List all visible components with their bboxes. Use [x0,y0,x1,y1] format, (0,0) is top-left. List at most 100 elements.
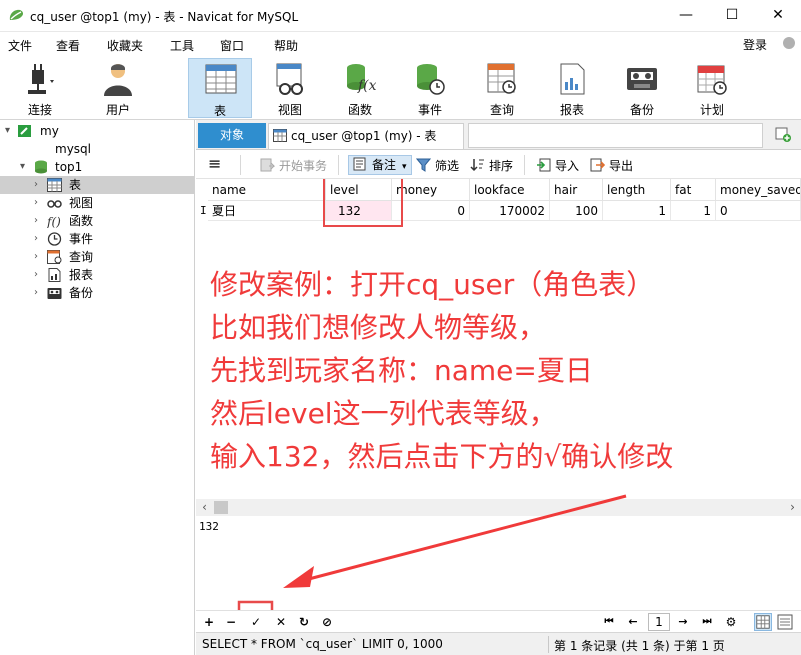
toolbar-label: 表 [213,104,226,118]
toolbar-report-button[interactable]: 报表 [540,58,604,118]
menu-file[interactable]: 文件 [8,37,32,54]
tree-item-top1[interactable]: ▾ top1 [0,158,194,176]
hamburger-menu-icon[interactable]: ≡ [208,155,221,173]
view-icon [276,63,303,95]
column-header-money[interactable]: money [392,179,470,201]
tree-item-views[interactable]: › 视图 [0,194,194,212]
tree-item-my[interactable]: ▾ my [0,122,194,140]
annotation-line: 输入132，然后点击下方的√确认修改 [210,440,674,473]
expand-chevron-icon[interactable]: › [34,284,38,302]
toolbar-backup-button[interactable]: 备份 [610,58,674,118]
first-page-icon[interactable]: ⏮ [600,613,618,631]
toolbar-event-button[interactable]: 事件 [398,58,462,118]
tree-item-mysql[interactable]: mysql [0,140,194,158]
column-header-fat[interactable]: fat [671,179,716,201]
menu-help[interactable]: 帮助 [274,37,298,54]
tree-item-label: 查询 [69,250,94,264]
grid-view-icon[interactable] [754,613,772,631]
add-tab-icon[interactable] [775,126,791,142]
scroll-right-icon[interactable]: › [784,499,801,516]
tree-item-label: 事件 [69,232,94,246]
export-button[interactable]: 导出 [590,157,633,175]
minimize-button[interactable]: — [663,0,709,32]
toolbar-query-button[interactable]: 查询 [470,58,534,118]
stop-button[interactable]: ⊘ [318,613,336,631]
refresh-button[interactable]: ↻ [295,613,313,631]
tree-item-backups[interactable]: › 备份 [0,284,194,302]
discard-changes-button[interactable]: ✕ [272,613,290,631]
menu-tools[interactable]: 工具 [170,37,194,54]
toolbar-schedule-button[interactable]: 计划 [680,58,744,118]
value-viewer[interactable]: 132 [196,516,801,610]
tree-item-events[interactable]: › 事件 [0,230,194,248]
cell-length[interactable]: 1 [603,201,671,221]
user-icon [104,64,132,96]
column-header-name[interactable]: name [208,179,326,201]
apply-changes-button[interactable]: ✓ [247,613,265,631]
gear-icon[interactable]: ⚙ [722,613,740,631]
toolbar-connect-button[interactable]: 连接 [8,58,72,118]
page-number-input[interactable]: 1 [648,613,670,631]
cell-money[interactable]: 0 [392,201,470,221]
cell-name[interactable]: 夏日 [208,201,326,221]
toolbar-view-button[interactable]: 视图 [258,58,322,118]
delete-record-button[interactable]: − [222,613,240,631]
last-page-icon[interactable]: ⏭ [698,613,716,631]
begin-transaction-button[interactable]: 开始事务 [260,157,327,175]
expand-chevron-icon[interactable]: › [34,248,38,266]
menu-view[interactable]: 查看 [56,37,80,54]
previous-page-icon[interactable]: ← [624,613,642,631]
tree-item-functions[interactable]: › f() 函数 [0,212,194,230]
sort-icon [470,159,484,172]
expand-chevron-icon[interactable]: › [34,230,38,248]
expand-chevron-icon[interactable]: › [34,212,38,230]
toolbar-table-button[interactable]: 表 [188,58,252,118]
filter-label: 筛选 [435,159,460,173]
column-header-hair[interactable]: hair [550,179,603,201]
scroll-thumb[interactable] [214,501,228,514]
column-header-lookface[interactable]: lookface [470,179,550,201]
sort-button[interactable]: 排序 [470,157,513,175]
cell-money-saved[interactable]: 0 [716,201,801,221]
tab-cq-user-table[interactable]: cq_user @top1 (my) - 表 [268,123,464,149]
horizontal-scrollbar[interactable]: ‹ › [196,499,801,516]
expand-chevron-icon[interactable]: › [34,176,38,194]
table-icon [273,129,287,142]
login-link[interactable]: 登录 [743,36,767,53]
dropdown-arrow-icon[interactable]: ▾ [402,162,407,172]
next-page-icon[interactable]: → [674,613,692,631]
filter-button[interactable]: 筛选 [416,157,459,175]
column-header-money-saved[interactable]: money_saved [716,179,801,201]
expand-chevron-icon[interactable]: ▾ [20,158,25,176]
menu-window[interactable]: 窗口 [220,37,244,54]
separator [548,636,549,653]
form-view-icon[interactable] [776,613,794,631]
scroll-left-icon[interactable]: ‹ [196,499,213,516]
note-icon [353,157,366,171]
import-icon [537,158,551,172]
close-button[interactable]: ✕ [755,0,801,32]
toolbar-function-button[interactable]: f(x) 函数 [328,58,392,118]
expand-chevron-icon[interactable]: ▾ [5,122,10,140]
value-viewer-text[interactable]: 132 [199,520,219,533]
toolbar-user-button[interactable]: 用户 [86,58,150,118]
tree-item-reports[interactable]: › 报表 [0,266,194,284]
connection-icon [18,125,31,137]
note-button[interactable]: 备注 ▾ [348,155,412,175]
view-icon [47,200,62,208]
cell-lookface[interactable]: 170002 [470,201,550,221]
tree-item-queries[interactable]: › 查询 [0,248,194,266]
cell-hair[interactable]: 100 [550,201,603,221]
menu-favorites[interactable]: 收藏夹 [107,37,143,54]
import-button[interactable]: 导入 [536,157,579,175]
cell-fat[interactable]: 1 [671,201,716,221]
maximize-button[interactable]: ☐ [709,0,755,32]
note-label: 备注 [372,158,397,172]
annotation-line: 然后level这一列代表等级， [210,397,557,430]
add-record-button[interactable]: + [200,613,218,631]
tab-objects[interactable]: 对象 [198,123,266,148]
expand-chevron-icon[interactable]: › [34,194,38,212]
column-header-length[interactable]: length [603,179,671,201]
tree-item-tables[interactable]: › 表 [0,176,194,194]
expand-chevron-icon[interactable]: › [34,266,38,284]
